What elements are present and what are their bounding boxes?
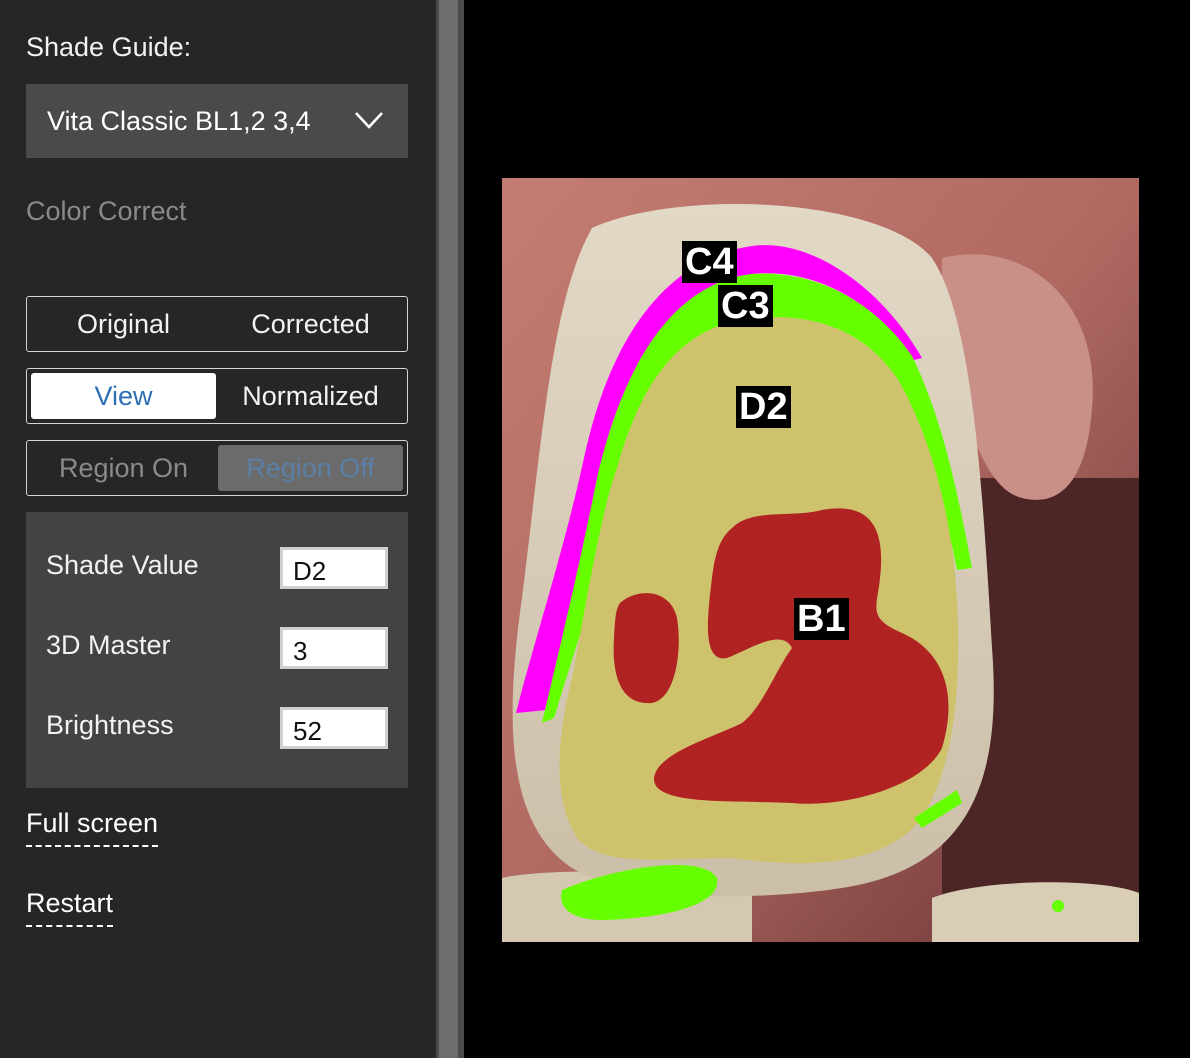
- tooth-photo: [502, 178, 1139, 942]
- image-viewer: C4 C3 D2 B1: [464, 0, 1190, 1058]
- brightness-label: Brightness: [46, 710, 174, 740]
- toggle-view[interactable]: View: [31, 373, 216, 419]
- toggle-original[interactable]: Original: [31, 301, 216, 347]
- tooth-shade-image[interactable]: C4 C3 D2 B1: [502, 178, 1139, 942]
- panel-divider[interactable]: [436, 0, 464, 1058]
- shade-values-panel: Shade Value D2 3D Master 3 Brightness 52: [26, 512, 408, 788]
- region-label-c3: C3: [718, 285, 773, 327]
- master-3d-label: 3D Master: [46, 630, 171, 660]
- region-label-c4: C4: [682, 241, 737, 283]
- toggle-corrected[interactable]: Corrected: [218, 301, 403, 347]
- color-correct-label: Color Correct: [26, 196, 187, 226]
- region-label-d2: D2: [736, 386, 791, 428]
- shade-guide-dropdown[interactable]: Vita Classic BL1,2 3,4: [26, 84, 408, 158]
- shade-guide-selected: Vita Classic BL1,2 3,4: [47, 106, 311, 136]
- full-screen-link[interactable]: Full screen: [26, 808, 159, 847]
- toggle-normalized[interactable]: Normalized: [218, 373, 403, 419]
- view-normalized-toggle: View Normalized: [26, 368, 408, 424]
- toggle-region-on[interactable]: Region On: [31, 445, 216, 491]
- master-3d-field[interactable]: 3: [280, 627, 388, 669]
- settings-sidebar: Shade Guide: Vita Classic BL1,2 3,4 Colo…: [0, 0, 436, 1058]
- toggle-region-off[interactable]: Region Off: [218, 445, 403, 491]
- shade-value-field[interactable]: D2: [280, 547, 388, 589]
- restart-link[interactable]: Restart: [26, 888, 114, 927]
- shade-guide-label: Shade Guide:: [26, 32, 192, 62]
- shade-value-label: Shade Value: [46, 550, 199, 580]
- region-label-b1: B1: [794, 598, 849, 640]
- region-toggle: Region On Region Off: [26, 440, 408, 496]
- chevron-down-icon: [355, 112, 383, 129]
- brightness-field[interactable]: 52: [280, 707, 388, 749]
- original-corrected-toggle: Original Corrected: [26, 296, 408, 352]
